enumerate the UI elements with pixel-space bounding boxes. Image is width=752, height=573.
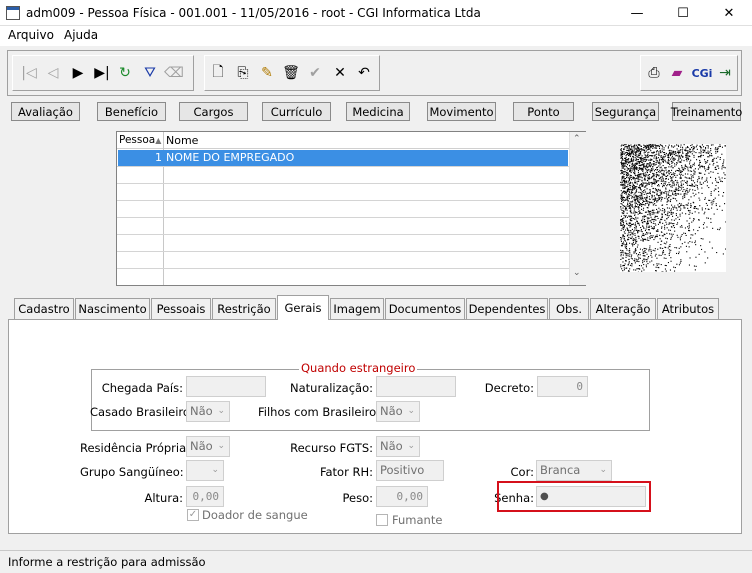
- confirm-icon[interactable]: ✔: [307, 64, 323, 82]
- scroll-up-icon[interactable]: ⌃: [573, 134, 581, 144]
- fgts-label: Recurso FGTS:: [290, 441, 373, 455]
- senha-highlight-box: [497, 481, 651, 512]
- residencia-select[interactable]: Não ⌄: [186, 436, 230, 457]
- chevron-down-icon: ⌄: [217, 441, 225, 451]
- doador-checkbox[interactable]: ✓: [187, 509, 199, 521]
- grupo-select[interactable]: ⌄: [186, 460, 224, 481]
- cancel-icon[interactable]: ✕: [332, 64, 348, 82]
- altura-label: Altura:: [144, 491, 183, 505]
- next-record-icon[interactable]: ▶: [70, 64, 86, 82]
- menu-ajuda[interactable]: Ajuda: [64, 28, 98, 42]
- fator-label: Fator RH:: [319, 465, 373, 479]
- title-bar: adm009 - Pessoa Física - 001.001 - 11/05…: [0, 0, 752, 26]
- cor-select[interactable]: Branca ⌄: [536, 460, 612, 481]
- tab-gerais[interactable]: Gerais: [277, 295, 329, 320]
- tab-documentos[interactable]: Documentos: [385, 298, 465, 319]
- fator-input[interactable]: Positivo: [376, 460, 444, 481]
- cell-pessoa: 1: [155, 151, 162, 164]
- tab-nascimento[interactable]: Nascimento: [75, 298, 150, 319]
- peso-input[interactable]: 0,00: [376, 486, 428, 507]
- chegada-label: Chegada País:: [101, 381, 183, 395]
- grupo-label: Grupo Sangüíneo:: [80, 465, 184, 479]
- tab-pessoais[interactable]: Pessoais: [151, 298, 211, 319]
- refresh-icon[interactable]: ↻: [117, 64, 133, 82]
- edit-icon[interactable]: ✎: [259, 64, 275, 82]
- tab-alteracao[interactable]: Alteração: [590, 298, 656, 319]
- close-button[interactable]: ✕: [706, 0, 752, 26]
- estrangeiro-legend: Quando estrangeiro: [299, 361, 418, 375]
- chevron-down-icon: ⌄: [217, 406, 225, 416]
- tab-obs[interactable]: Obs.: [549, 298, 589, 319]
- column-header-nome[interactable]: Nome: [164, 132, 569, 149]
- maximize-button[interactable]: ☐: [660, 0, 706, 26]
- window-title: adm009 - Pessoa Física - 001.001 - 11/05…: [26, 6, 481, 20]
- chegada-input[interactable]: [186, 376, 266, 397]
- doador-label: Doador de sangue: [202, 508, 308, 522]
- menu-arquivo[interactable]: Arquivo: [8, 28, 54, 42]
- fgts-select[interactable]: Não ⌄: [376, 436, 420, 457]
- minimize-button[interactable]: —: [614, 0, 660, 26]
- altura-input[interactable]: 0,00: [186, 486, 224, 507]
- chevron-down-icon: ⌄: [599, 465, 607, 475]
- module-medicina-button[interactable]: Medicina: [346, 102, 410, 121]
- delete-icon[interactable]: 🗑: [282, 64, 300, 82]
- filhos-select[interactable]: Não ⌄: [376, 401, 420, 422]
- casado-label: Casado Brasileiro:: [90, 405, 194, 419]
- module-avaliacao-button[interactable]: Avaliação: [11, 102, 80, 121]
- cell-nome: NOME DO EMPREGADO: [166, 151, 295, 164]
- module-seguranca-button[interactable]: Segurança: [592, 102, 659, 121]
- new-icon[interactable]: 🗋: [210, 64, 226, 82]
- cor-label: Cor:: [510, 465, 534, 479]
- chevron-down-icon: ⌄: [211, 465, 219, 475]
- fumante-label: Fumante: [392, 513, 443, 527]
- undo-icon[interactable]: ↶: [356, 64, 372, 82]
- module-movimento-button[interactable]: Movimento: [427, 102, 496, 121]
- cgi-icon[interactable]: CGi: [691, 64, 713, 82]
- tab-imagem[interactable]: Imagem: [330, 298, 384, 319]
- tab-restricao[interactable]: Restrição: [212, 298, 276, 319]
- module-ponto-button[interactable]: Ponto: [513, 102, 574, 121]
- copy-icon[interactable]: ⎘: [235, 64, 251, 82]
- filhos-label: Filhos com Brasileiro:: [258, 405, 381, 419]
- module-cargos-button[interactable]: Cargos: [179, 102, 248, 121]
- module-curriculo-button[interactable]: Currículo: [262, 102, 331, 121]
- book-icon[interactable]: ▰: [669, 64, 685, 82]
- tab-dependentes[interactable]: Dependentes: [466, 298, 548, 319]
- naturalizacao-label: Naturalização:: [290, 381, 373, 395]
- decreto-input[interactable]: 0: [537, 376, 588, 397]
- peso-label: Peso:: [342, 491, 373, 505]
- fumante-checkbox[interactable]: [376, 514, 388, 526]
- table-row[interactable]: 1 NOME DO EMPREGADO: [118, 150, 568, 166]
- first-record-icon[interactable]: |◁: [21, 64, 37, 82]
- exit-icon[interactable]: ⇥: [717, 64, 733, 82]
- toolbar: |◁ ◁ ▶ ▶| ↻ ⛛ ⌫ 🗋 ⎘ ✎ 🗑 ✔ ✕ ↶ ⎙ ▰ CGi ⇥: [7, 50, 742, 96]
- column-header-pessoa[interactable]: Pessoa▲: [117, 132, 163, 149]
- chevron-down-icon: ⌄: [407, 441, 415, 451]
- grid-scrollbar[interactable]: ⌃ ⌄: [569, 132, 586, 285]
- tab-cadastro[interactable]: Cadastro: [14, 298, 74, 319]
- residencia-label: Residência Própria:: [80, 441, 191, 455]
- chevron-down-icon: ⌄: [407, 406, 415, 416]
- decreto-label: Decreto:: [484, 381, 534, 395]
- print-icon[interactable]: ⎙: [646, 64, 662, 82]
- module-beneficio-button[interactable]: Benefício: [97, 102, 166, 121]
- tab-atributos[interactable]: Atributos: [657, 298, 719, 319]
- eraser-icon[interactable]: ⌫: [164, 64, 184, 82]
- app-icon: [6, 6, 20, 20]
- scroll-down-icon[interactable]: ⌄: [573, 268, 581, 278]
- status-bar: Informe a restrição para admissão: [0, 550, 752, 573]
- module-treinamento-button[interactable]: Treinamento: [671, 102, 742, 121]
- naturalizacao-input[interactable]: [376, 376, 456, 397]
- previous-record-icon[interactable]: ◁: [45, 64, 61, 82]
- filter-icon[interactable]: ⛛: [142, 64, 158, 82]
- casado-select[interactable]: Não ⌄: [186, 401, 230, 422]
- people-grid[interactable]: Pessoa▲ Nome 1 NOME DO EMPREGADO ⌃ ⌄: [116, 131, 586, 286]
- employee-photo: [620, 144, 726, 272]
- menu-bar: Arquivo Ajuda: [0, 26, 752, 46]
- last-record-icon[interactable]: ▶|: [94, 64, 110, 82]
